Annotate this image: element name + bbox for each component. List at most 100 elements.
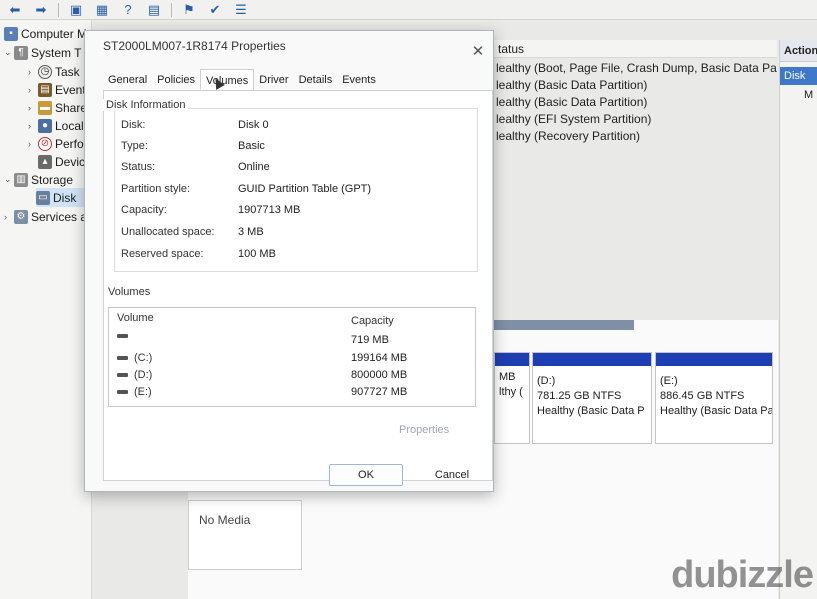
device-manager-icon: ▴ <box>38 154 52 169</box>
list-view-icon[interactable]: ▤ <box>145 2 163 18</box>
partition-name: (D:) <box>537 375 556 387</box>
tree-item-services[interactable]: › ⚙ Services a <box>4 207 87 226</box>
back-arrow-icon[interactable]: ⬅ <box>6 2 24 18</box>
cdrom-no-media[interactable]: No Media <box>188 500 302 570</box>
horizontal-scrollbar[interactable] <box>494 320 634 330</box>
grid-view-icon[interactable]: ▦ <box>93 2 111 18</box>
tab-volumes[interactable]: Volumes <box>200 69 255 90</box>
tree-item-label: Event <box>55 82 86 97</box>
partition-status: Healthy (Basic Data P <box>537 405 645 417</box>
chevron-right-icon[interactable]: › <box>28 67 38 77</box>
cancel-button[interactable]: Cancel <box>415 464 489 486</box>
forward-arrow-icon[interactable]: ➡ <box>32 2 50 18</box>
tree-item-label: Storage <box>31 172 74 187</box>
info-value: Basic <box>238 140 265 152</box>
flag-icon[interactable]: ⚑ <box>180 2 198 18</box>
performance-icon: ⊘ <box>38 136 52 151</box>
tree-item-local-users[interactable]: › ● Local <box>28 116 84 135</box>
tree-item-shared-folders[interactable]: › ▬ Share <box>28 98 87 117</box>
chevron-down-icon[interactable]: ⌄ <box>4 174 14 185</box>
volume-row[interactable]: 719 MB <box>109 334 475 351</box>
volume-row[interactable]: (C:) 199164 MB <box>109 352 475 369</box>
check-icon[interactable]: ✔ <box>206 2 224 18</box>
info-row-type: Type: Basic <box>115 140 479 158</box>
volume-capacity: 907727 MB <box>351 386 408 398</box>
drive-icon <box>117 373 128 377</box>
actions-more-link[interactable]: M <box>780 89 817 101</box>
volume-status-row[interactable]: lealthy (Basic Data Partition) <box>496 77 777 94</box>
partition-size: MB <box>499 371 516 383</box>
tree-item-task-scheduler[interactable]: › ◷ Task <box>28 62 80 81</box>
chevron-right-icon[interactable]: › <box>28 85 38 95</box>
folder-up-icon[interactable]: ▣ <box>67 2 85 18</box>
tree-item-storage[interactable]: ⌄ ▥ Storage <box>4 170 73 189</box>
tree-item-event-viewer[interactable]: › ▤ Event <box>28 80 86 99</box>
volume-row[interactable]: (D:) 800000 MB <box>109 369 475 386</box>
volume-name: (D:) <box>117 369 152 381</box>
tree-item-label: Task <box>55 64 80 79</box>
volumes-tab-panel: Disk: Disk 0 Type: Basic Status: Online … <box>103 91 493 481</box>
tree-item-label: Local <box>55 118 84 133</box>
volume-column-header[interactable]: Volume <box>117 312 154 324</box>
tab-driver[interactable]: Driver <box>254 71 293 91</box>
chevron-right-icon[interactable]: › <box>4 212 14 222</box>
info-value: 100 MB <box>238 248 276 260</box>
storage-icon: ▥ <box>14 172 28 187</box>
tab-details[interactable]: Details <box>294 71 338 91</box>
services-icon: ⚙ <box>14 209 28 224</box>
volume-name <box>117 334 134 338</box>
tab-policies[interactable]: Policies <box>152 71 200 91</box>
volume-status-row[interactable]: lealthy (EFI System Partition) <box>496 111 777 128</box>
info-row-capacity: Capacity: 1907713 MB <box>115 204 479 222</box>
info-value: Online <box>238 161 270 173</box>
toolbar-divider <box>171 2 172 17</box>
help-icon[interactable]: ? <box>119 2 137 18</box>
info-label: Type: <box>121 140 148 152</box>
status-column-header[interactable]: tatus <box>494 40 777 58</box>
disk-information-group: Disk: Disk 0 Type: Basic Status: Online … <box>114 108 478 272</box>
tree-item-system-tools[interactable]: ⌄ ¶ System T <box>4 43 81 62</box>
volumes-section-title: Volumes <box>108 286 151 298</box>
partition-block-d[interactable]: (D:) 781.25 GB NTFS Healthy (Basic Data … <box>532 352 652 444</box>
info-row-unallocated: Unallocated space: 3 MB <box>115 226 479 244</box>
info-label: Status: <box>121 161 156 173</box>
capacity-column-header[interactable]: Capacity <box>351 315 394 327</box>
volume-status-row[interactable]: lealthy (Basic Data Partition) <box>496 94 777 111</box>
console-tree: ▪ Computer M ⌄ ¶ System T › ◷ Task › ▤ E… <box>0 20 92 599</box>
info-label: Reserved space: <box>121 248 204 260</box>
chevron-right-icon[interactable]: › <box>28 121 38 131</box>
volume-capacity: 199164 MB <box>351 352 408 364</box>
disk-properties-dialog: ST2000LM007-1R8174 Properties ✕ General … <box>84 30 494 492</box>
info-row-partition-style: Partition style: GUID Partition Table (G… <box>115 183 479 201</box>
properties-icon[interactable]: ☰ <box>232 2 250 18</box>
chevron-right-icon[interactable]: › <box>28 139 38 149</box>
volume-status-row[interactable]: lealthy (Boot, Page File, Crash Dump, Ba… <box>496 60 777 77</box>
drive-icon <box>117 390 128 394</box>
info-value: Disk 0 <box>238 119 269 131</box>
tree-item-device-manager[interactable]: ▴ Devic <box>38 152 85 171</box>
partition-block-e[interactable]: (E:) 886.45 GB NTFS Healthy (Basic Data … <box>655 352 773 444</box>
partition-block[interactable]: MB lthy ( <box>494 352 530 444</box>
tab-general[interactable]: General <box>103 71 152 91</box>
event-viewer-icon: ▤ <box>38 82 52 97</box>
volume-row[interactable]: (E:) 907727 MB <box>109 386 475 403</box>
info-value: GUID Partition Table (GPT) <box>238 183 372 195</box>
ok-button[interactable]: OK <box>329 464 403 486</box>
volume-status-row[interactable]: lealthy (Recovery Partition) <box>496 128 777 145</box>
computer-icon: ▪ <box>4 26 18 41</box>
actions-item-disk-management[interactable]: Disk M <box>780 67 817 85</box>
tree-item-computer-management[interactable]: ▪ Computer M <box>4 24 87 43</box>
info-row-reserved: Reserved space: 100 MB <box>115 248 479 266</box>
chevron-down-icon[interactable]: ⌄ <box>4 47 14 58</box>
properties-button[interactable]: Properties <box>399 424 449 436</box>
tab-events[interactable]: Events <box>337 71 381 91</box>
info-row-disk: Disk: Disk 0 <box>115 119 479 137</box>
info-label: Capacity: <box>121 204 167 216</box>
volumes-list[interactable]: Volume Capacity 719 MB (C:) 199164 MB (D… <box>108 307 476 407</box>
drive-icon <box>117 334 128 338</box>
chevron-right-icon[interactable]: › <box>28 103 38 113</box>
partition-name: (E:) <box>660 375 678 387</box>
close-icon[interactable]: ✕ <box>471 44 485 59</box>
actions-title: Actions <box>780 40 817 62</box>
tree-item-performance[interactable]: › ⊘ Perfo <box>28 134 84 153</box>
